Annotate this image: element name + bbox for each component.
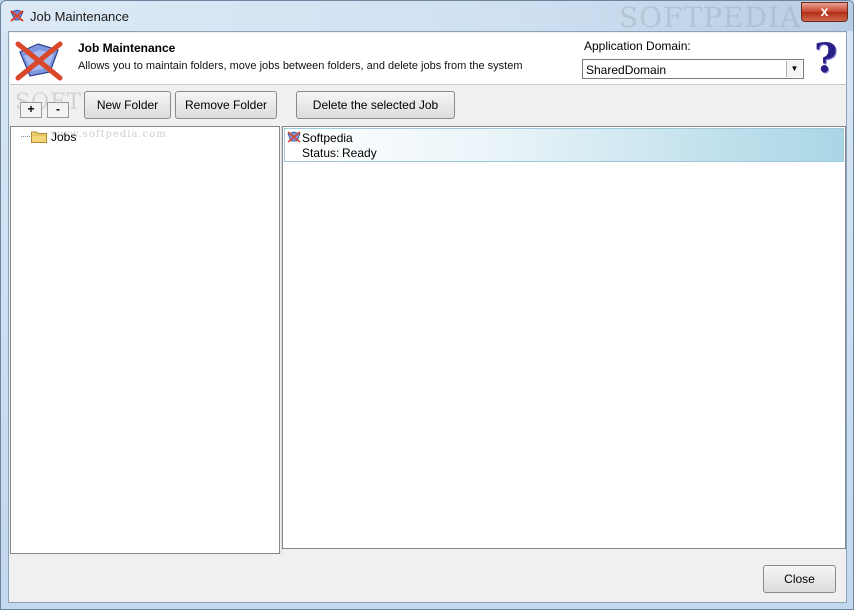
- app-icon: [10, 9, 24, 22]
- remove-folder-button[interactable]: Remove Folder: [175, 91, 277, 119]
- application-domain-value: SharedDomain: [586, 63, 667, 77]
- new-folder-button[interactable]: New Folder: [84, 91, 171, 119]
- job-maintenance-window: Job Maintenance SOFTPEDIA x Job Maintena…: [0, 0, 854, 610]
- job-status-value: Ready: [342, 146, 377, 160]
- header-title: Job Maintenance: [78, 41, 176, 55]
- delete-selected-job-button[interactable]: Delete the selected Job: [296, 91, 455, 119]
- job-icon: [287, 131, 301, 143]
- job-maintenance-icon: [15, 41, 63, 81]
- job-name: Softpedia: [302, 131, 353, 145]
- watermark-tree: www.softpedia.com: [51, 129, 167, 140]
- window-close-button[interactable]: x: [801, 2, 848, 22]
- client-area: Job Maintenance Allows you to maintain f…: [8, 31, 847, 603]
- header-panel: Job Maintenance Allows you to maintain f…: [10, 33, 846, 85]
- header-description: Allows you to maintain folders, move job…: [78, 60, 523, 72]
- folder-tree[interactable]: Jobs www.softpedia.com: [10, 126, 280, 554]
- tree-connector: [21, 136, 30, 137]
- title-bar[interactable]: Job Maintenance SOFTPEDIA x: [1, 1, 853, 34]
- watermark-title: SOFTPEDIA: [619, 1, 802, 34]
- job-status-label: Status:: [302, 146, 340, 160]
- application-domain-label: Application Domain:: [584, 39, 691, 53]
- collapse-all-button[interactable]: -: [47, 102, 69, 118]
- job-list[interactable]: Softpedia Status: Ready: [282, 126, 846, 549]
- help-icon[interactable]: ?: [814, 35, 837, 83]
- application-domain-select[interactable]: SharedDomain ▼: [582, 59, 804, 79]
- expand-all-button[interactable]: +: [20, 102, 42, 118]
- chevron-down-icon[interactable]: ▼: [786, 61, 802, 77]
- window-title: Job Maintenance: [30, 9, 130, 24]
- close-button[interactable]: Close: [763, 565, 836, 593]
- folder-icon: [31, 131, 47, 143]
- job-list-item[interactable]: Softpedia Status: Ready: [284, 128, 844, 162]
